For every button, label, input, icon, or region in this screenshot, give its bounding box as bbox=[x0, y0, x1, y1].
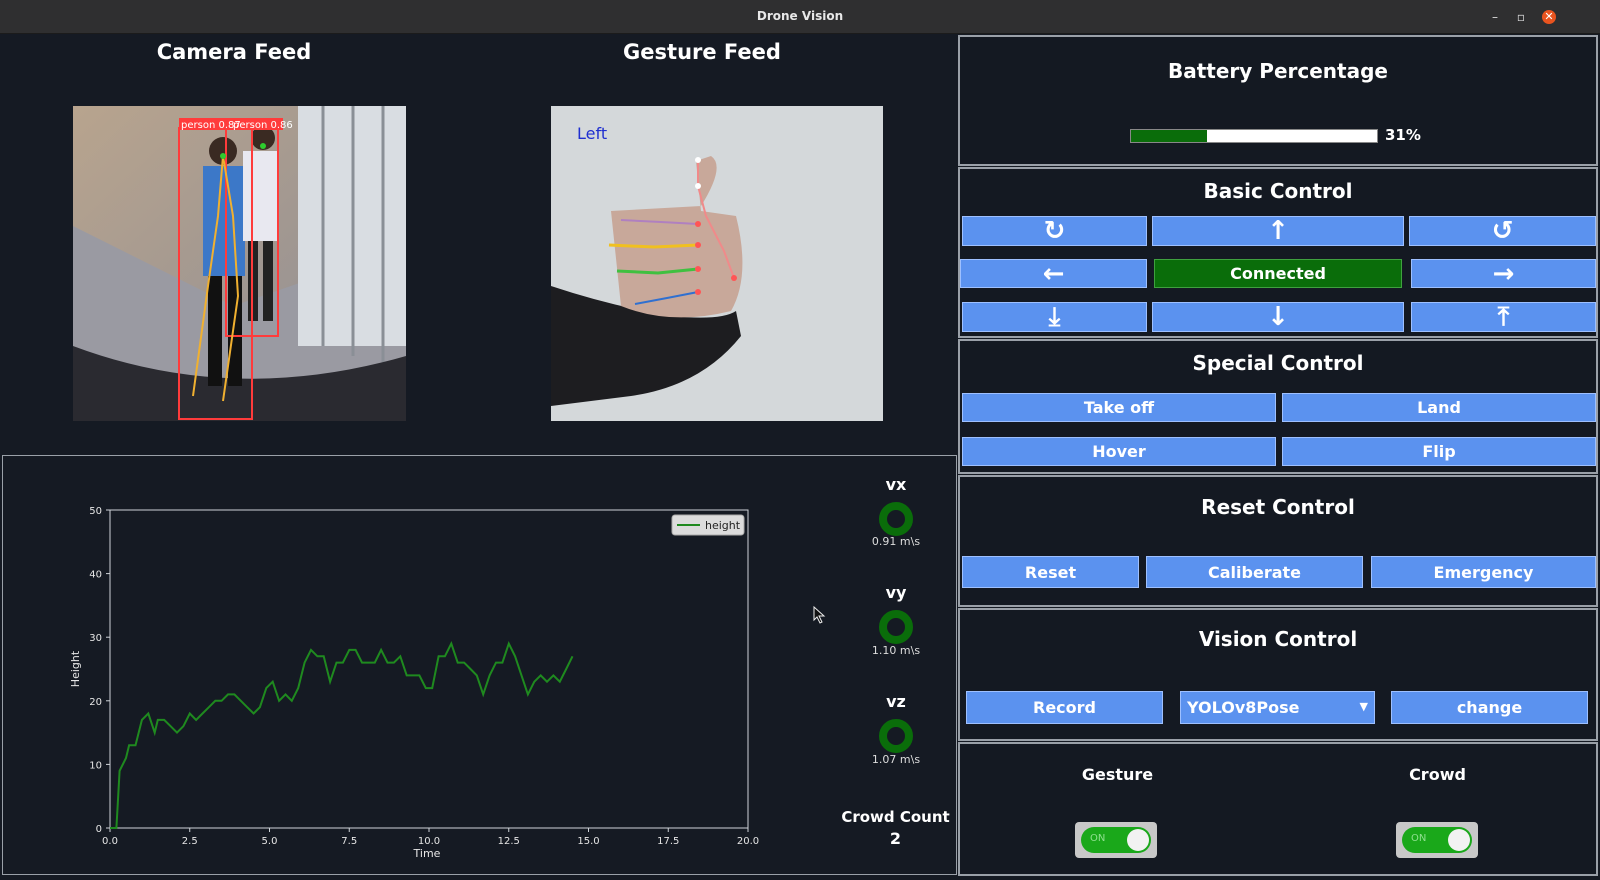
window-titlebar: Drone Vision – ▫ ✕ bbox=[0, 0, 1600, 34]
move-forward-button[interactable]: ↑ bbox=[1152, 216, 1404, 246]
crowd-count-value: 2 bbox=[889, 829, 902, 848]
vision-control-title: Vision Control bbox=[1198, 627, 1358, 651]
camera-detection-label: person 0.87 bbox=[181, 120, 241, 131]
battery-panel: Battery Percentage 31% bbox=[958, 35, 1598, 166]
vx-gauge bbox=[879, 502, 913, 536]
emergency-button[interactable]: Emergency bbox=[1371, 556, 1596, 588]
legend-label: height bbox=[705, 519, 741, 532]
vy-gauge bbox=[879, 610, 913, 644]
x-tick-label: 2.5 bbox=[182, 836, 198, 847]
vx-label: vx bbox=[885, 475, 907, 494]
arrow-up-to-line-icon: ⤒ bbox=[1497, 302, 1510, 332]
x-tick-label: 17.5 bbox=[657, 836, 679, 847]
flip-button[interactable]: Flip bbox=[1282, 437, 1596, 466]
arrow-left-icon: ← bbox=[1042, 258, 1065, 289]
rotate-counterclockwise-icon: ↺ bbox=[1491, 216, 1514, 246]
rotate-clockwise-button[interactable]: ↻ bbox=[962, 216, 1147, 246]
close-icon[interactable]: ✕ bbox=[1542, 10, 1556, 24]
land-button[interactable]: Land bbox=[1282, 393, 1596, 422]
maximize-icon[interactable]: ▫ bbox=[1514, 10, 1528, 24]
chart-panel: 0.0 2.5 5.0 7.5 10.0 12.5 15.0 17.5 20.0 0 10 20 30… bbox=[2, 455, 957, 875]
x-tick-label: 0.0 bbox=[102, 836, 118, 847]
calibrate-button[interactable]: Caliberate bbox=[1146, 556, 1363, 588]
special-control-title: Special Control bbox=[1192, 351, 1364, 375]
x-axis-label: Time bbox=[413, 847, 441, 860]
ascend-button[interactable]: ⤒ bbox=[1411, 302, 1596, 332]
move-right-button[interactable]: → bbox=[1411, 259, 1596, 288]
chart-legend: height bbox=[671, 514, 745, 536]
gesture-toggle[interactable]: ON bbox=[1075, 822, 1157, 858]
y-tick-label: 20 bbox=[89, 697, 102, 708]
vz-value: 1.07 m\s bbox=[871, 753, 921, 766]
vision-control-panel: Vision Control Record YOLOv8Pose ▼ chang… bbox=[958, 608, 1598, 741]
move-left-button[interactable]: ← bbox=[960, 259, 1147, 288]
gesture-feed-image: Left bbox=[551, 106, 883, 421]
basic-control-panel: Basic Control ↻ ↑ ↺ ← Connected → ⤓ ↓ ⤒ bbox=[958, 167, 1598, 338]
y-tick-label: 0 bbox=[96, 824, 102, 835]
reset-control-panel: Reset Control Reset Caliberate Emergency bbox=[958, 475, 1598, 607]
y-tick-label: 50 bbox=[89, 506, 102, 517]
arrow-right-icon: → bbox=[1492, 258, 1515, 289]
battery-bar bbox=[1130, 129, 1378, 143]
mouse-cursor-icon bbox=[813, 606, 826, 624]
gesture-feed-title: Gesture Feed bbox=[623, 40, 781, 64]
y-tick-label: 40 bbox=[89, 570, 102, 581]
x-tick-label: 7.5 bbox=[341, 836, 357, 847]
vz-label: vz bbox=[886, 692, 906, 711]
reset-control-title: Reset Control bbox=[1201, 495, 1355, 519]
move-backward-button[interactable]: ↓ bbox=[1152, 302, 1404, 332]
y-tick-label: 10 bbox=[89, 760, 102, 771]
battery-bar-fill bbox=[1131, 130, 1208, 142]
vz-gauge bbox=[879, 719, 913, 753]
x-tick-label: 15.0 bbox=[577, 836, 599, 847]
dropdown-caret-icon: ▼ bbox=[1359, 700, 1368, 713]
y-tick-label: 30 bbox=[89, 633, 102, 644]
battery-title: Battery Percentage bbox=[1168, 59, 1388, 83]
rotate-clockwise-icon: ↻ bbox=[1043, 216, 1066, 246]
special-control-panel: Special Control Take off Land Hover Flip bbox=[958, 339, 1598, 474]
vy-label: vy bbox=[885, 583, 907, 602]
gesture-direction-label: Left bbox=[577, 124, 607, 143]
x-tick-label: 5.0 bbox=[262, 836, 278, 847]
camera-detection-label: person 0.86 bbox=[233, 120, 293, 131]
camera-feed-image: person 0.87 person 0.86 bbox=[73, 106, 406, 421]
arrow-down-to-line-icon: ⤓ bbox=[1048, 302, 1061, 332]
record-button[interactable]: Record bbox=[966, 691, 1163, 724]
takeoff-button[interactable]: Take off bbox=[962, 393, 1276, 422]
model-select[interactable]: YOLOv8Pose ▼ bbox=[1180, 691, 1375, 724]
minimize-icon[interactable]: – bbox=[1488, 10, 1502, 24]
height-chart: 0.0 2.5 5.0 7.5 10.0 12.5 15.0 17.5 20.0 0 10 20 30… bbox=[69, 506, 759, 860]
reset-button[interactable]: Reset bbox=[962, 556, 1139, 588]
x-tick-label: 20.0 bbox=[737, 836, 759, 847]
basic-control-title: Basic Control bbox=[1203, 179, 1353, 203]
battery-percent-text: 31% bbox=[1385, 126, 1421, 144]
crowd-count-label: Crowd Count bbox=[841, 808, 950, 826]
crowd-toggle-state: ON bbox=[1411, 833, 1427, 844]
camera-feed-title: Camera Feed bbox=[156, 40, 312, 64]
crowd-toggle[interactable]: ON bbox=[1396, 822, 1478, 858]
arrow-down-icon: ↓ bbox=[1267, 302, 1289, 332]
rotate-counterclockwise-button[interactable]: ↺ bbox=[1409, 216, 1596, 246]
model-select-value: YOLOv8Pose bbox=[1187, 698, 1300, 717]
descend-button[interactable]: ⤓ bbox=[962, 302, 1147, 332]
x-tick-label: 12.5 bbox=[498, 836, 520, 847]
crowd-toggle-label: Crowd bbox=[1409, 765, 1466, 784]
window-title: Drone Vision bbox=[756, 9, 844, 23]
gesture-toggle-state: ON bbox=[1090, 833, 1106, 844]
x-tick-label: 10.0 bbox=[418, 836, 440, 847]
change-model-button[interactable]: change bbox=[1391, 691, 1588, 724]
plot-frame bbox=[109, 509, 749, 829]
toggles-panel: Gesture Crowd ON ON bbox=[958, 742, 1598, 876]
vx-value: 0.91 m\s bbox=[871, 535, 921, 548]
arrow-up-icon: ↑ bbox=[1267, 216, 1289, 246]
y-axis-label: Height bbox=[69, 650, 82, 687]
gesture-toggle-label: Gesture bbox=[1081, 765, 1154, 784]
series-line-height bbox=[110, 640, 574, 829]
hover-button[interactable]: Hover bbox=[962, 437, 1276, 466]
connection-status-button[interactable]: Connected bbox=[1154, 259, 1402, 288]
vy-value: 1.10 m\s bbox=[871, 644, 921, 657]
